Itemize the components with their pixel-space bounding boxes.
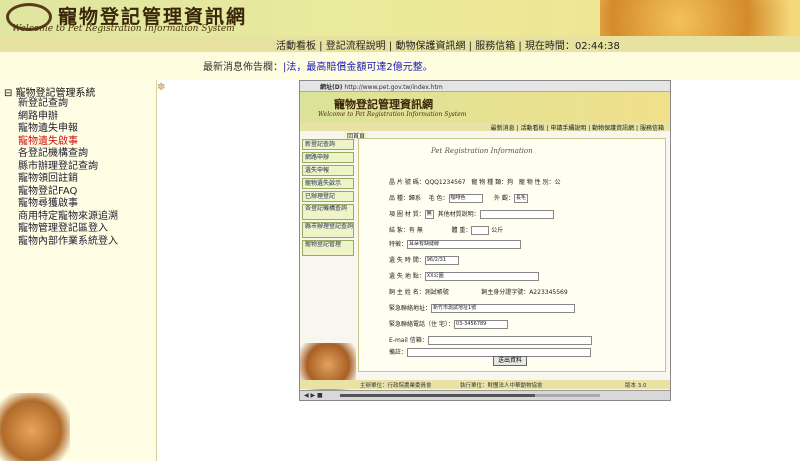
shot-submit-button: 送出資料 [493, 356, 528, 366]
shot-menu-item: 各登記機構查詢 [302, 204, 354, 220]
nav-item-mailbox[interactable]: 服務信箱 [475, 41, 515, 52]
sidebar-item-admin-login[interactable]: 寵物管理登記區登入 [18, 223, 118, 236]
sidebar-list: 新登記查詢 網路申辦 寵物遺失申報 寵物遺失啟事 各登記機構查詢 縣市辦理登記查… [18, 98, 118, 248]
sidebar-item-internal-login[interactable]: 寵物內部作業系統登入 [18, 236, 118, 249]
sidebar: ⊟ 寵物登記管理系統 新登記查詢 網路申辦 寵物遺失申報 寵物遺失啟事 各登記機… [0, 80, 157, 461]
sidebar-item-online-apply[interactable]: 網路申辦 [18, 111, 118, 124]
sidebar-item-county-query[interactable]: 縣市辦理登記查詢 [18, 161, 118, 174]
sidebar-item-trace[interactable]: 商用特定寵物來源追溯 [18, 211, 118, 224]
sidebar-root[interactable]: ⊟ 寵物登記管理系統 [4, 84, 96, 99]
time-label: 現在時間： [524, 41, 575, 52]
paw-print-icon: ✽ [157, 82, 166, 93]
play-icon: ◀ ▶ ■ [304, 392, 323, 399]
embedded-screenshot: 網址(D) http://www.pet.gov.tw/index.htm 寵物… [299, 80, 671, 401]
shot-lost-pet-form: Pet Registration Information 晶 片 號 碼：QQQ… [358, 138, 666, 372]
video-progress-fill [340, 394, 535, 397]
site-banner: 寵物登記管理資訊網 Welcome to Pet Registration In… [0, 0, 800, 36]
video-player-bar: ◀ ▶ ■ [300, 390, 670, 400]
video-progress [340, 394, 600, 397]
shot-address-bar: 網址(D) http://www.pet.gov.tw/index.htm [300, 81, 670, 92]
shot-subtitle: Welcome to Pet Registration Information … [318, 111, 467, 118]
shot-title: 寵物登記管理資訊網 [334, 98, 433, 111]
shot-menu-item: 遺失申報 [302, 165, 354, 176]
shot-menu-item: 已辦理登記 [302, 191, 354, 202]
pets-banner-image [600, 0, 800, 36]
shot-menu-item: 寵物登記管理 [302, 240, 354, 256]
ticker-label: 最新消息佈告欄： [203, 62, 283, 73]
sidebar-item-cancel[interactable]: 寵物領回註銷 [18, 173, 118, 186]
nav-item-activities[interactable]: 活動看板 [276, 41, 316, 52]
shot-banner: 寵物登記管理資訊網 Welcome to Pet Registration In… [300, 92, 670, 122]
kitten-image [0, 393, 70, 461]
shot-menu-item: 寵物遺失啟示 [302, 178, 354, 189]
sidebar-item-new-registration[interactable]: 新登記查詢 [18, 98, 118, 111]
sidebar-item-lost-notice[interactable]: 寵物遺失啟事 [18, 136, 118, 149]
shot-nav: 最新消息 | 活動看板 | 申請手續說明 | 動物保護資訊網 | 服務信箱 [300, 122, 670, 132]
shot-menu-item: 新登記查詢 [302, 139, 354, 150]
nav-item-process[interactable]: 登記流程說明 [326, 41, 386, 52]
shot-form-title: Pet Registration Information [431, 147, 533, 155]
shot-url: http://www.pet.gov.tw/index.htm [344, 84, 443, 91]
sidebar-item-agency-query[interactable]: 各登記機構查詢 [18, 148, 118, 161]
sidebar-item-found-notice[interactable]: 寵物尋獲啟事 [18, 198, 118, 211]
site-subtitle: Welcome to Pet Registration Information … [12, 24, 235, 34]
top-navigation: 活動看板 | 登記流程說明 | 動物保護資訊網 | 服務信箱 | 現在時間：02… [0, 36, 800, 52]
news-ticker-row: 最新消息佈告欄：|法，最高賠償金額可達2億元整。 [0, 52, 800, 80]
sidebar-item-faq[interactable]: 寵物登記FAQ [18, 186, 118, 199]
time-value: 02:44:38 [574, 41, 620, 52]
shot-menu-item: 網路申辦 [302, 152, 354, 163]
shot-menu: 新登記查詢 網路申辦 遺失申報 寵物遺失啟示 已辦理登記 各登記機構查詢 縣市辦… [302, 139, 354, 258]
shot-menu-item: 縣市辦理登記查詢 [302, 222, 354, 238]
shot-footer: 主辦單位：行政院農業委員會 執行單位：財團法人中華動物協會 版本 3.0 [300, 380, 670, 389]
ticker-message[interactable]: |法，最高賠償金額可達2億元整。 [283, 62, 433, 73]
nav-item-protection[interactable]: 動物保護資訊網 [395, 41, 465, 52]
news-ticker: 最新消息佈告欄：|法，最高賠償金額可達2億元整。 [203, 58, 433, 73]
sidebar-item-lost-report[interactable]: 寵物遺失申報 [18, 123, 118, 136]
